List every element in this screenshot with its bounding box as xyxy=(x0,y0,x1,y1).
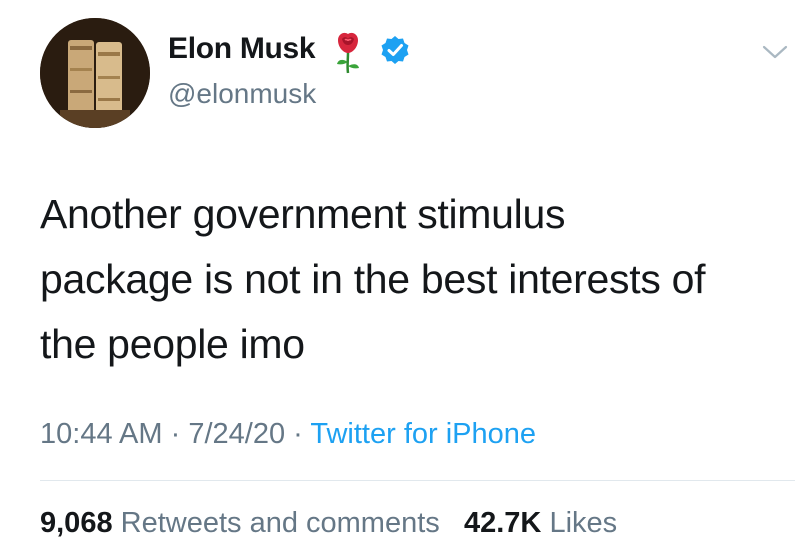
meta-separator: · xyxy=(293,418,303,450)
avatar-image xyxy=(40,18,150,128)
retweets-stat[interactable]: 9,068 Retweets and comments xyxy=(40,507,448,539)
avatar[interactable] xyxy=(40,18,150,128)
handle[interactable]: @elonmusk xyxy=(168,78,316,110)
tweet-text-line: package is not in the best interests of xyxy=(40,256,706,302)
likes-count: 42.7K xyxy=(463,507,542,539)
retweets-label: Retweets and comments xyxy=(120,507,440,539)
likes-label: Likes xyxy=(549,507,618,539)
rose-icon xyxy=(337,32,359,74)
tweet-time[interactable]: 10:44 AM xyxy=(40,418,163,450)
chevron-down-icon[interactable] xyxy=(761,43,789,61)
retweets-count: 9,068 xyxy=(40,507,113,539)
display-name[interactable]: Elon Musk xyxy=(168,32,316,66)
tweet-stats: 9,068 Retweets and comments 42.7K Likes xyxy=(40,507,617,540)
tweet-text: Another government stimulus package is n… xyxy=(40,182,780,377)
divider xyxy=(40,480,795,481)
verified-icon xyxy=(381,36,409,64)
tweet-date[interactable]: 7/24/20 xyxy=(188,418,285,450)
tweet-text-line: Another government stimulus xyxy=(40,191,566,237)
tweet-text-line: the people imo xyxy=(40,321,305,367)
tweet-source-link[interactable]: Twitter for iPhone xyxy=(310,418,536,450)
tweet-meta: 10:44 AM · 7/24/20 · Twitter for iPhone xyxy=(40,418,536,451)
meta-separator: · xyxy=(170,418,181,450)
likes-stat[interactable]: 42.7K Likes xyxy=(464,507,617,539)
